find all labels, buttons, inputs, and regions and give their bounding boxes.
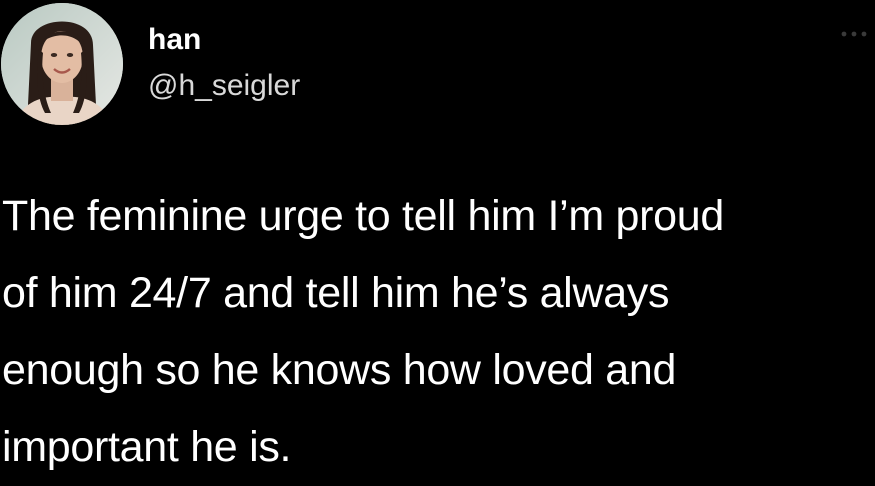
- more-options-button[interactable]: [836, 22, 872, 46]
- avatar[interactable]: [1, 3, 123, 125]
- username-handle[interactable]: @h_seigler: [148, 68, 300, 104]
- avatar-photo-icon: [1, 3, 123, 125]
- more-options-icon: [841, 31, 867, 37]
- display-name[interactable]: han: [148, 22, 201, 58]
- tweet-text: The feminine urge to tell him I’m proud …: [2, 192, 725, 471]
- tweet-card: han @h_seigler The feminine urge to tell…: [0, 0, 875, 472]
